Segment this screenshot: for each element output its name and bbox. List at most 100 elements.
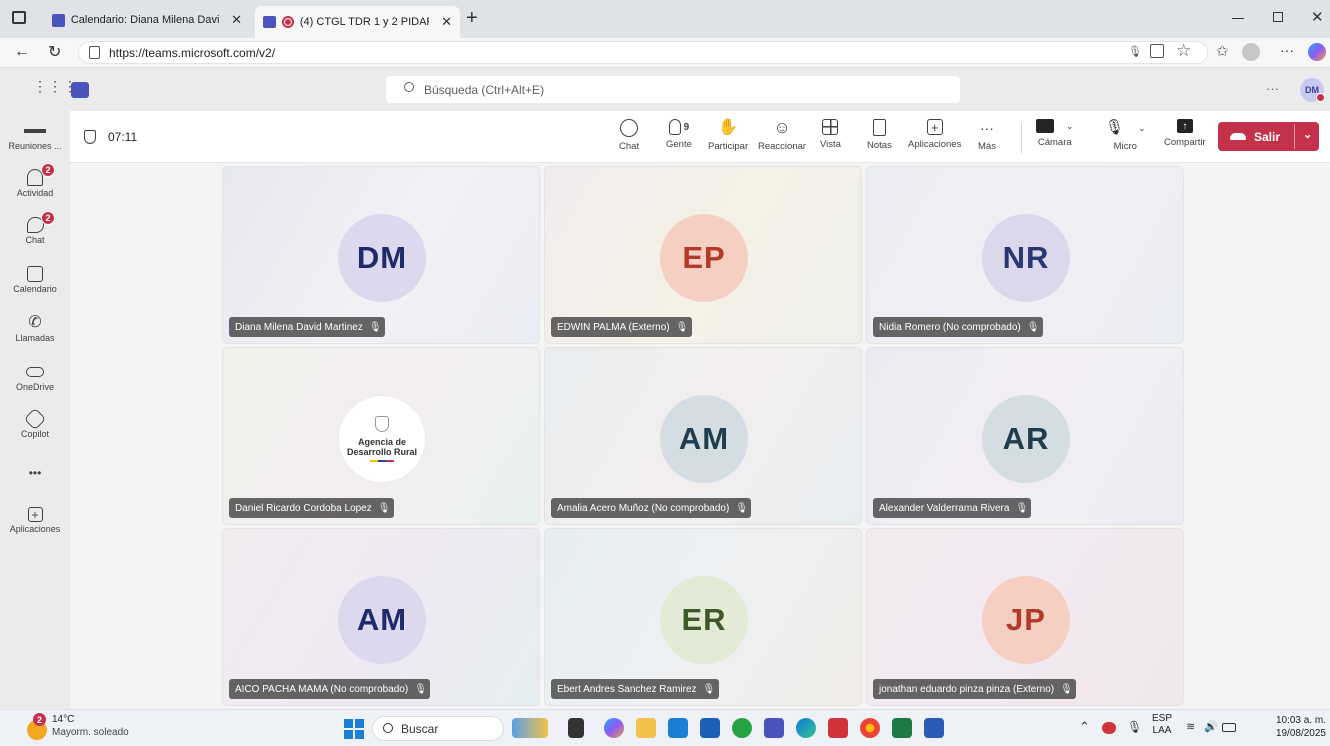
tab-meeting[interactable]: (4) CTGL TDR 1 y 2 PIDAR 43 ✕ [255,6,460,38]
refresh-icon[interactable]: ↻ [48,42,61,62]
close-tab-icon[interactable]: ✕ [231,12,242,28]
favorite-icon[interactable]: ☆ [1176,41,1191,61]
wifi-icon[interactable]: ≋ [1186,720,1195,733]
close-window-icon[interactable]: ✕ [1311,8,1324,26]
participant-tile[interactable]: DM Diana Milena David Martinez 🎙 [222,166,540,344]
profile-icon[interactable] [1242,43,1260,61]
file-explorer-icon[interactable] [636,718,656,738]
taskbar-search-label: Buscar [401,721,439,736]
more-button[interactable]: ··· Más [978,119,996,152]
rail-item-calendar[interactable]: Calendario [0,266,70,294]
mic-tray-icon[interactable]: 🎙 [1127,720,1142,734]
widget-icon[interactable] [512,718,548,738]
participant-avatar: AM [660,395,748,483]
back-icon[interactable]: ← [14,43,30,61]
teams-header: ⋮⋮⋮ Búsqueda (Ctrl+Alt+E) ··· DM [0,68,1330,111]
rail-item-onedrive[interactable]: OneDrive [0,363,70,392]
restore-icon[interactable] [1273,12,1283,22]
participant-name-tag: EDWIN PALMA (Externo) 🎙 [551,317,692,337]
participant-tile[interactable]: ER Ebert Andres Sanchez Ramirez 🎙 [544,528,862,706]
camera-label: Cámara [1037,137,1072,148]
mic-label: Micro [1113,141,1137,152]
phone-icon: ✆ [28,314,42,331]
tray-app-icon[interactable] [1102,722,1116,734]
view-label: Vista [820,139,841,150]
url-field[interactable]: https://teams.microsoft.com/v2/ [78,41,1208,64]
react-button[interactable]: ☺ Reaccionar [758,119,806,153]
chevron-down-icon[interactable]: ⌄ [1303,128,1312,141]
chevron-down-icon[interactable]: ⌄ [1066,121,1074,132]
camera-button[interactable]: ⌄ Cámara [1036,119,1074,148]
teams-app-icon[interactable] [764,718,784,738]
participant-tile[interactable]: AM AICO PACHA MAMA (No comprobado) 🎙 [222,528,540,706]
chat-button[interactable]: Chat [619,119,639,152]
lang-code: ESP [1152,713,1173,724]
volume-icon[interactable]: 🔊 [1204,720,1218,733]
windows-start-icon[interactable] [344,719,364,739]
rail-item-meetings[interactable]: Reuniones ... [0,123,70,151]
outlook-icon[interactable] [700,718,720,738]
app-available-icon[interactable] [1150,44,1164,58]
mic-button[interactable]: 🎙 ⌄ Micro [1105,119,1146,152]
apps-button[interactable]: + Aplicaciones [908,119,961,150]
participant-avatar: ER [660,576,748,664]
more-icon: ••• [28,466,42,480]
store-icon[interactable] [668,718,688,738]
mcafee-icon[interactable] [828,718,848,738]
excel-icon[interactable] [892,718,912,738]
more-label: Más [978,141,996,152]
copilot-app-icon[interactable] [604,718,624,738]
participant-name: AICO PACHA MAMA (No comprobado) [235,683,409,695]
calendar-icon [27,266,43,282]
share-button[interactable]: ↑ Compartir [1164,119,1206,148]
weather-desc[interactable]: Mayorm. soleado [52,727,129,738]
browser-menu-icon[interactable]: ··· [1280,42,1294,58]
tab-calendar[interactable]: Calendario: Diana Milena David M ✕ [44,6,250,34]
clock[interactable]: 10:03 a. m. 19/08/2025 [1250,714,1326,740]
more-options[interactable]: ··· [1266,81,1279,96]
rail-item-more[interactable]: ••• [0,466,70,480]
notes-button[interactable]: Notas [867,119,892,151]
raise-hand-button[interactable]: ✋ Participar [708,119,748,152]
rail-item-activity[interactable]: Actividad 2 [0,163,70,198]
leave-button[interactable]: Salir ⌄ [1218,122,1319,151]
word-icon[interactable] [924,718,944,738]
task-view-icon[interactable] [568,718,584,738]
participant-tile[interactable]: JP jonathan eduardo pinza pinza (Externo… [866,528,1184,706]
taskbar-search[interactable]: Buscar [372,716,504,741]
close-tab-icon[interactable]: ✕ [441,14,452,30]
chevron-down-icon[interactable]: ⌄ [1138,123,1146,134]
mic-permission-icon[interactable]: 🎙 [1128,45,1142,58]
favorites-bar-icon[interactable]: ✩ [1216,42,1229,60]
language-indicator[interactable]: ESP LAA [1152,713,1172,737]
copilot-browser-icon[interactable] [1308,43,1326,61]
participant-tile[interactable]: EP EDWIN PALMA (Externo) 🎙 [544,166,862,344]
participant-tile[interactable]: AM Amalia Acero Muñoz (No comprobado) 🎙 [544,347,862,525]
whatsapp-icon[interactable] [732,718,752,738]
rail-item-chat[interactable]: Chat 2 [0,211,70,245]
new-tab-icon[interactable]: + [466,7,478,30]
site-info-icon[interactable] [89,46,100,59]
participant-name-tag: jonathan eduardo pinza pinza (Externo) 🎙 [873,679,1077,699]
url-text: https://teams.microsoft.com/v2/ [109,45,276,60]
edge-icon[interactable] [796,718,816,738]
minimize-icon[interactable] [1232,18,1244,19]
rail-item-calls[interactable]: ✆ Llamadas [0,314,70,343]
people-button[interactable]: 9 Gente [666,119,692,150]
participant-tile[interactable]: AR Alexander Valderrama Rivera 🎙 [866,347,1184,525]
show-hidden-icons[interactable]: ⌃ [1079,719,1090,735]
rail-item-apps[interactable]: + Aplicaciones [0,507,70,534]
participant-name: EDWIN PALMA (Externo) [557,321,670,333]
lang-layout: LAA [1152,725,1172,736]
rail-item-copilot[interactable]: Copilot [0,407,70,439]
chat-label: Chat [619,141,640,152]
participant-tile[interactable]: NR Nidia Romero (No comprobado) 🎙 [866,166,1184,344]
chrome-icon[interactable] [860,718,880,738]
weather-temp[interactable]: 14°C [52,714,74,725]
tab-actions-icon[interactable] [12,11,26,24]
battery-icon[interactable] [1222,723,1236,732]
view-button[interactable]: Vista [820,119,841,150]
search-input[interactable]: Búsqueda (Ctrl+Alt+E) [386,76,960,103]
share-label: Compartir [1164,137,1206,148]
participant-tile[interactable]: Agencia de Desarrollo Rural Daniel Ricar… [222,347,540,525]
